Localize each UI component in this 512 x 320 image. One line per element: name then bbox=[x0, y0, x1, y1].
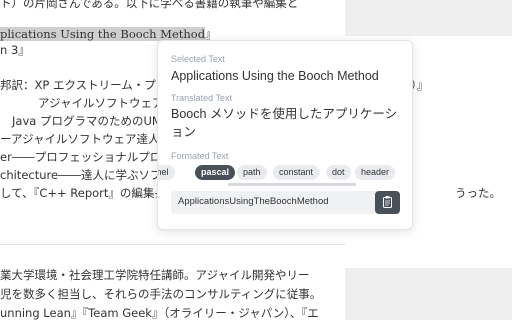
section-divider bbox=[0, 244, 345, 245]
image-placeholder-top bbox=[345, 0, 512, 36]
text-line: 児を数多く担当し、それらの手法のコンサルティングに従事。 bbox=[0, 287, 322, 301]
format-chip-path[interactable]: path bbox=[237, 165, 267, 180]
format-chip-camel[interactable]: mel bbox=[158, 165, 175, 180]
text-line: chitecture――達人に学ぶソフト bbox=[0, 168, 174, 182]
text-line: 邦訳：XP エクストリーム・プ bbox=[0, 78, 156, 92]
text-line: ーアジャイルソフトウェア達人 bbox=[0, 132, 160, 146]
formatted-result-value: ApplicationsUsingTheBoochMethod bbox=[178, 196, 329, 207]
selected-text-highlight[interactable]: plications Using the Booch Method bbox=[0, 27, 206, 41]
text-line: ト）の片岡さんである。以下に学べる書籍の執筆や編集と bbox=[0, 0, 299, 10]
format-chip-constant[interactable]: constant bbox=[273, 165, 320, 180]
image-placeholder-bottom bbox=[345, 268, 512, 320]
format-chip-dot[interactable]: dot bbox=[326, 165, 351, 180]
translation-popup: Selected Text Applications Using the Boo… bbox=[157, 40, 413, 230]
text-line: して、『C++ Report』の編集長 bbox=[0, 186, 166, 200]
format-scrollbar[interactable] bbox=[228, 183, 356, 186]
selected-text-label: Selected Text bbox=[171, 54, 225, 64]
formatted-result-field[interactable]: ApplicationsUsingTheBoochMethod bbox=[171, 191, 400, 214]
text-fragment: 』 bbox=[205, 27, 217, 41]
text-line: Java プログラマのためのUML bbox=[12, 114, 169, 128]
text-line: 業大学環境・社会理工学院特任講師。アジャイル開発やリー bbox=[0, 268, 310, 282]
translated-text-value: Booch メソッドを使用したアプリケーション bbox=[171, 107, 398, 139]
translated-text-label: Translated Text bbox=[171, 93, 233, 103]
text-line: ）』 bbox=[411, 78, 429, 92]
text-line: er――プロフェッショナルプロ bbox=[0, 150, 162, 164]
format-chip-pascal[interactable]: pascal bbox=[195, 165, 236, 180]
copy-button[interactable] bbox=[375, 191, 400, 214]
format-chip-header[interactable]: header bbox=[355, 165, 396, 180]
formatted-text-label: Formated Text bbox=[171, 151, 229, 161]
text-line: unning Lean』『Team Geek』（オライリー・ジャパン）、『エ bbox=[0, 306, 319, 320]
text-line: n 3』 bbox=[0, 43, 30, 57]
format-chip-list: mel pascal path constant dot header bbox=[158, 165, 412, 181]
selected-text-value: Applications Using the Booch Method bbox=[171, 69, 379, 83]
clipboard-icon bbox=[383, 196, 392, 208]
text-line: うった。 bbox=[455, 186, 501, 200]
